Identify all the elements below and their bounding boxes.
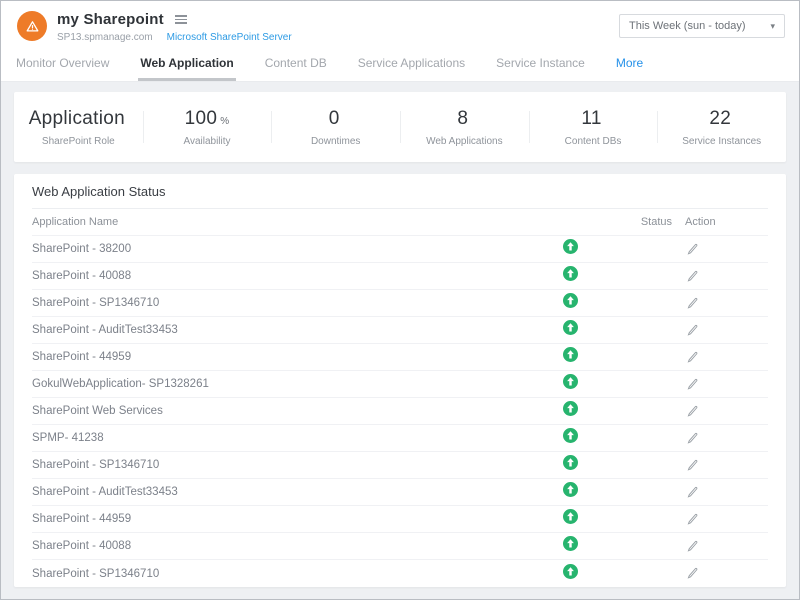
status-up-icon	[563, 482, 578, 502]
stat-label: Web Applications	[426, 136, 503, 147]
application-name: GokulWebApplication- SP1328261	[32, 378, 550, 390]
application-name: SharePoint - 44959	[32, 513, 550, 525]
column-header-status: Status	[590, 216, 682, 228]
edit-pencil-icon[interactable]	[686, 540, 699, 553]
warning-triangle-icon	[25, 19, 40, 34]
table-row[interactable]: SharePoint - 38200	[32, 236, 768, 263]
status-up-icon	[563, 509, 578, 529]
table-row[interactable]: SharePoint - 40088	[32, 263, 768, 290]
tab[interactable]: Service Applications	[356, 56, 467, 81]
application-name: SharePoint - 40088	[32, 270, 550, 282]
stat-value: 100%	[185, 108, 230, 130]
table-row[interactable]: SharePoint Web Services	[32, 398, 768, 425]
status-up-icon	[563, 266, 578, 286]
application-name: SharePoint - SP1346710	[32, 568, 550, 580]
stat-item: 100% Availability	[143, 92, 272, 162]
tab[interactable]: Monitor Overview	[14, 56, 111, 81]
edit-pencil-icon[interactable]	[686, 243, 699, 256]
edit-pencil-icon[interactable]	[686, 297, 699, 310]
stat-label: Service Instances	[682, 136, 761, 147]
status-up-icon	[563, 347, 578, 367]
menu-icon[interactable]	[173, 13, 189, 26]
stat-item: 0 Downtimes	[271, 92, 400, 162]
time-range-dropdown[interactable]: This Week (sun - today) ▾	[619, 14, 785, 38]
stat-item: 8 Web Applications	[400, 92, 529, 162]
tab[interactable]: Content DB	[263, 56, 329, 81]
tab-bar: Monitor Overview Web Application Content…	[14, 56, 785, 81]
table-row[interactable]: SharePoint - 40088	[32, 533, 768, 560]
status-up-icon	[563, 455, 578, 475]
stat-value: 22	[709, 108, 734, 130]
application-name: SharePoint - 38200	[32, 243, 550, 255]
tab[interactable]: Web Application	[138, 56, 235, 81]
column-header-action: Action	[682, 216, 768, 228]
application-name: SharePoint - 40088	[32, 540, 550, 552]
stat-item: 11 Content DBs	[529, 92, 658, 162]
status-up-icon	[563, 536, 578, 556]
table-row[interactable]: SharePoint - SP1346710	[32, 290, 768, 317]
header: my Sharepoint SP13.spmanage.com Microsof…	[1, 1, 799, 82]
status-up-icon	[563, 428, 578, 448]
status-up-icon	[563, 564, 578, 584]
table-row[interactable]: GokulWebApplication- SP1328261	[32, 371, 768, 398]
edit-pencil-icon[interactable]	[686, 459, 699, 472]
application-name: SharePoint - AuditTest33453	[32, 486, 550, 498]
stat-item: Application SharePoint Role	[14, 92, 143, 162]
table-row[interactable]: SharePoint - AuditTest33453	[32, 317, 768, 344]
table-row[interactable]: SharePoint - AuditTest33453	[32, 479, 768, 506]
table-header-row: Application Name Status Action	[32, 209, 768, 236]
stat-label: Downtimes	[311, 136, 360, 147]
tab[interactable]: Service Instance	[494, 56, 587, 81]
stat-label: Availability	[183, 136, 230, 147]
table-row[interactable]: SharePoint - SP1346710	[32, 452, 768, 479]
sharepoint-monitor-logo	[17, 11, 47, 41]
status-up-icon	[563, 374, 578, 394]
stat-value: Application	[29, 108, 128, 130]
application-name: SharePoint - SP1346710	[32, 297, 550, 309]
stat-value: 0	[329, 108, 343, 130]
time-range-value: This Week (sun - today)	[629, 20, 746, 32]
application-name: SharePoint - 44959	[32, 351, 550, 363]
edit-pencil-icon[interactable]	[686, 324, 699, 337]
stat-value: 11	[581, 108, 604, 130]
server-type-link[interactable]: Microsoft SharePoint Server	[167, 32, 292, 43]
edit-pencil-icon[interactable]	[686, 378, 699, 391]
edit-pencil-icon[interactable]	[686, 513, 699, 526]
app-window: my Sharepoint SP13.spmanage.com Microsof…	[0, 0, 800, 600]
edit-pencil-icon[interactable]	[686, 567, 699, 580]
edit-pencil-icon[interactable]	[686, 486, 699, 499]
edit-pencil-icon[interactable]	[686, 351, 699, 364]
table-row[interactable]: SharePoint - SP1346710	[32, 560, 768, 587]
stat-value: 8	[457, 108, 471, 130]
status-up-icon	[563, 401, 578, 421]
application-name: SharePoint - SP1346710	[32, 459, 550, 471]
stat-label: Content DBs	[565, 136, 622, 147]
application-name: SPMP- 41238	[32, 432, 550, 444]
status-up-icon	[563, 239, 578, 259]
edit-pencil-icon[interactable]	[686, 270, 699, 283]
tab[interactable]: More	[614, 56, 645, 81]
edit-pencil-icon[interactable]	[686, 432, 699, 445]
table-row[interactable]: SPMP- 41238	[32, 425, 768, 452]
panel-title: Web Application Status	[32, 174, 768, 209]
stat-item: 22 Service Instances	[657, 92, 786, 162]
application-name: SharePoint - AuditTest33453	[32, 324, 550, 336]
edit-pencil-icon[interactable]	[686, 405, 699, 418]
status-up-icon	[563, 293, 578, 313]
page-title: my Sharepoint	[57, 11, 164, 28]
table-row[interactable]: SharePoint - 44959	[32, 506, 768, 533]
stats-summary-card: Application SharePoint Role 100% Availab…	[14, 92, 786, 162]
chevron-down-icon: ▾	[770, 21, 775, 32]
application-name: SharePoint Web Services	[32, 405, 550, 417]
table-row[interactable]: SharePoint - 44959	[32, 344, 768, 371]
host-name: SP13.spmanage.com	[57, 32, 153, 43]
stat-label: SharePoint Role	[42, 136, 115, 147]
column-header-application-name: Application Name	[32, 216, 550, 228]
web-application-status-panel: Web Application Status Application Name …	[14, 174, 786, 587]
stat-unit: %	[220, 116, 229, 127]
status-up-icon	[563, 320, 578, 340]
